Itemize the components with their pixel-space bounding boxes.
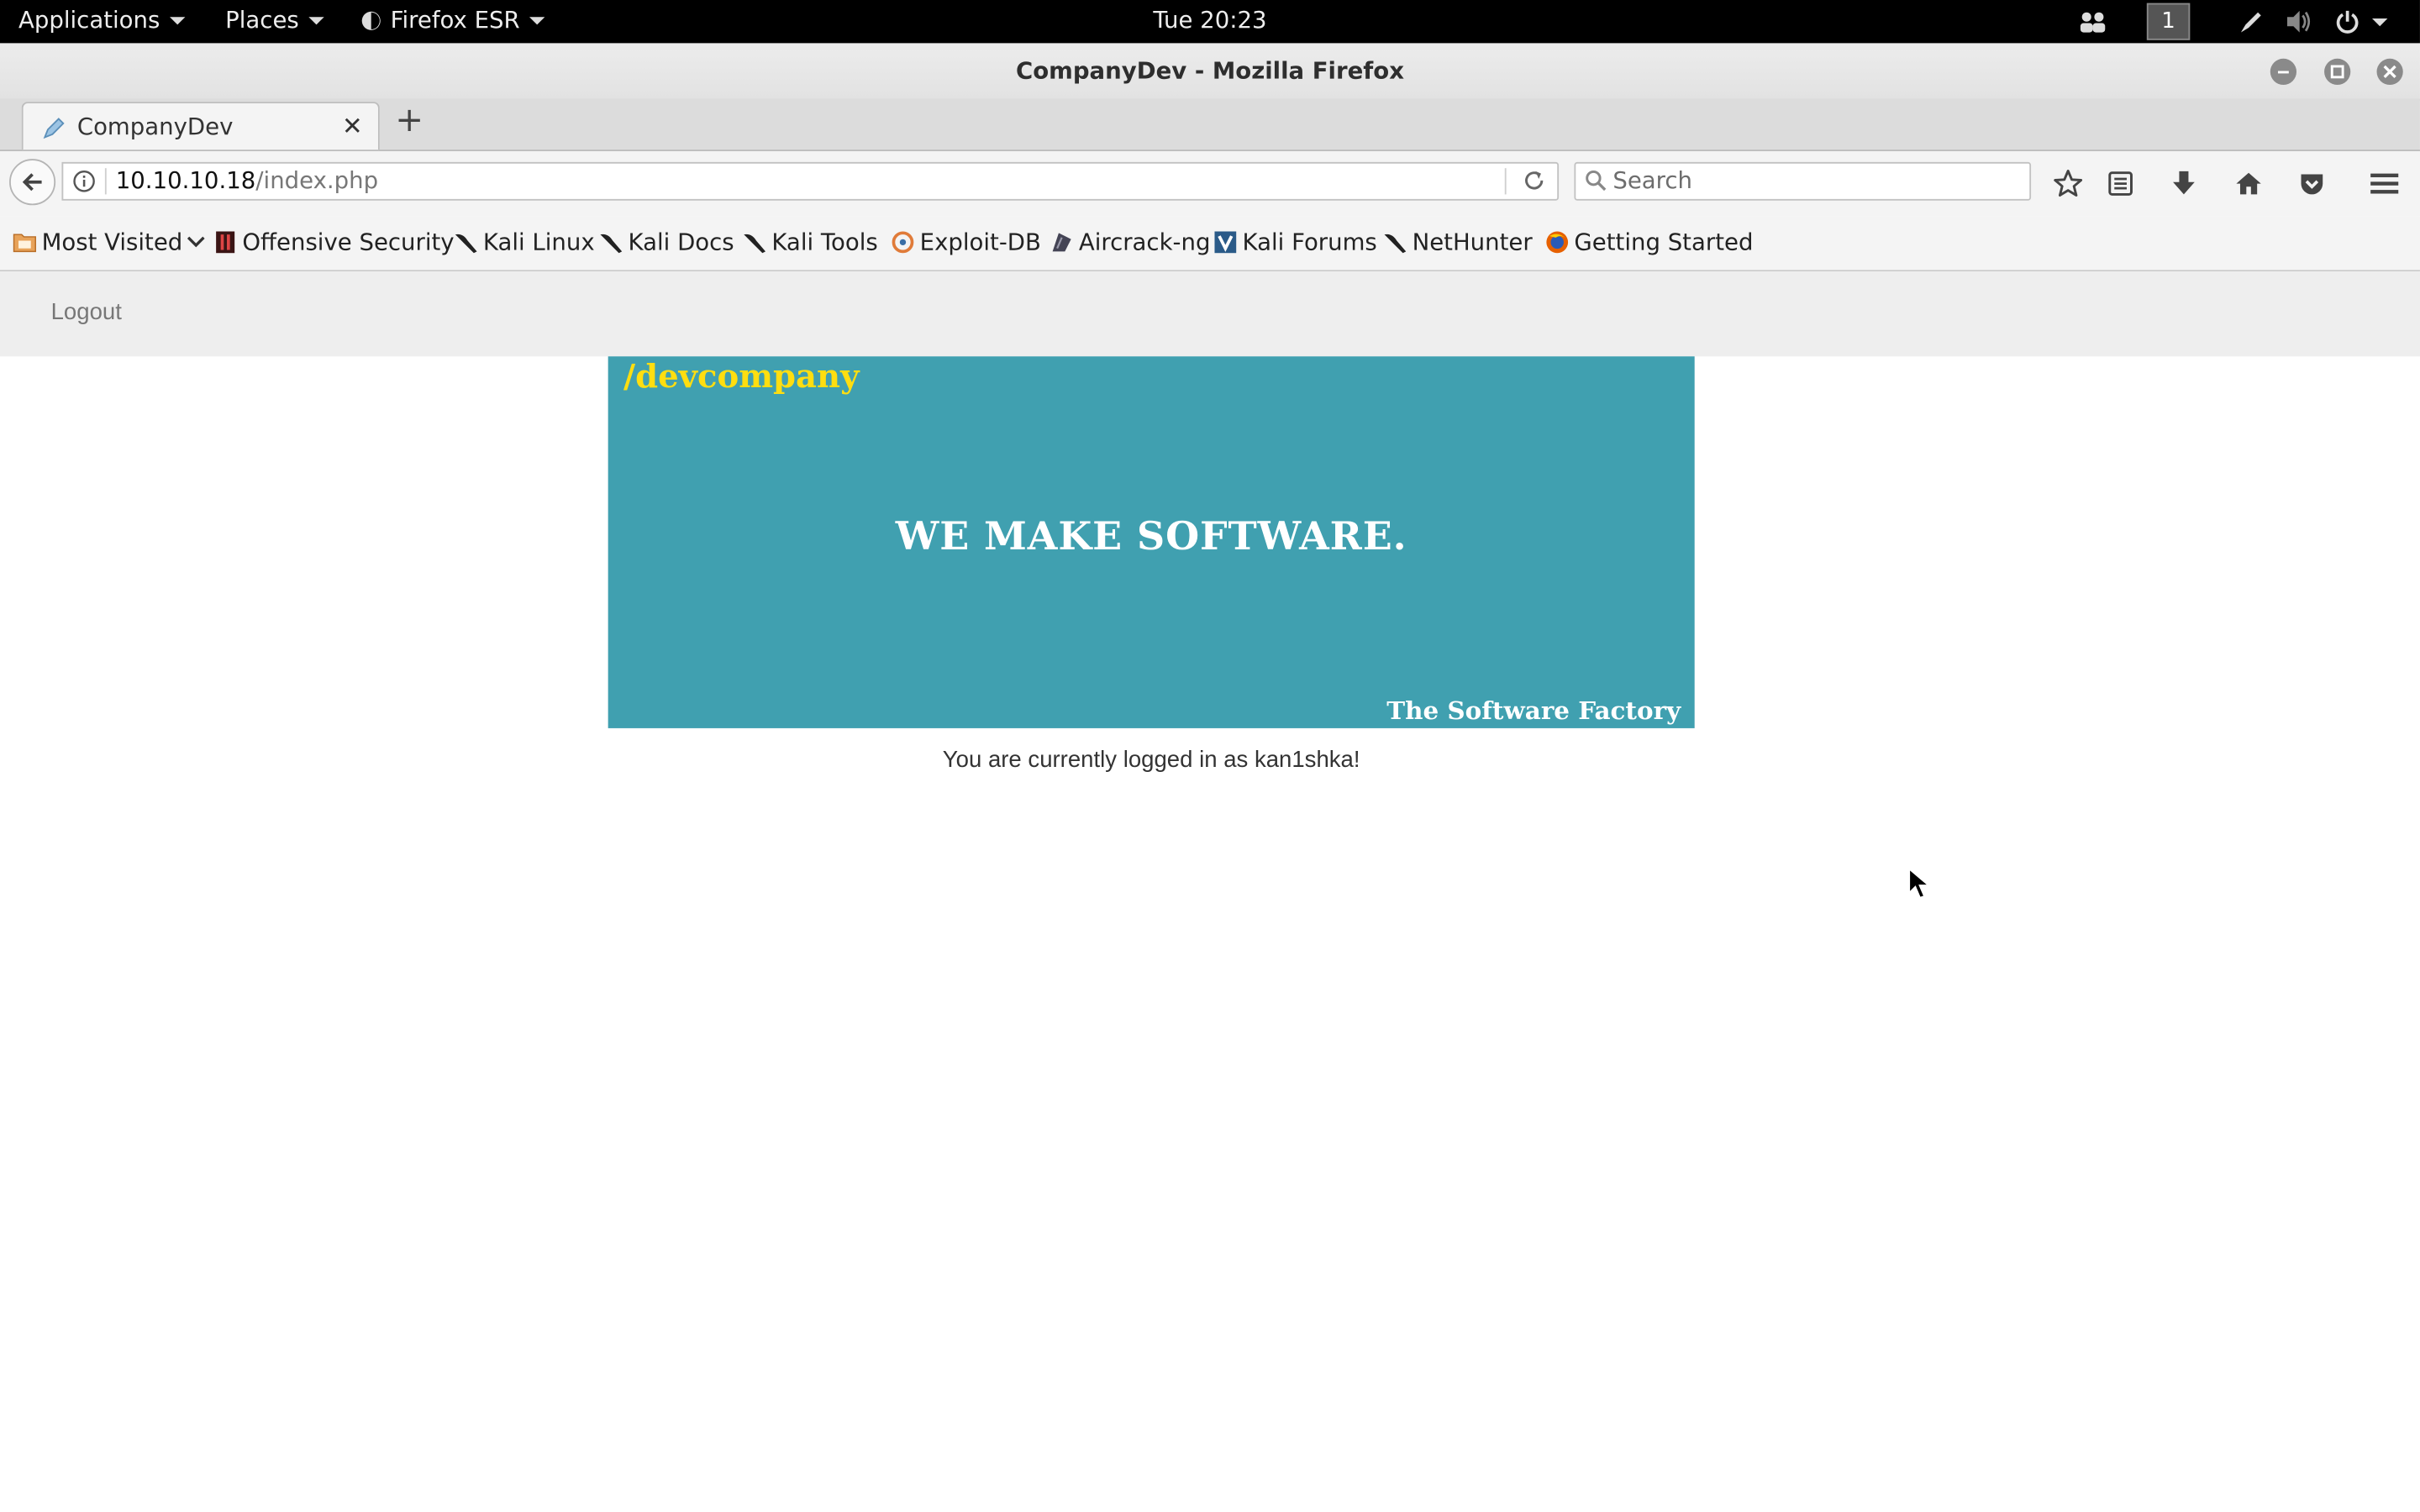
bookmark-kali-tools[interactable]: Kali Tools: [742, 228, 878, 256]
chevron-down-icon: [187, 236, 206, 248]
bookmark-label: Exploit-DB: [919, 228, 1041, 256]
navigation-toolbar: 10.10.10.18/index.php: [0, 150, 2420, 217]
bookmark-label: Kali Docs: [628, 228, 734, 256]
back-arrow-icon: [22, 173, 42, 192]
url-text[interactable]: 10.10.10.18/index.php: [116, 166, 378, 194]
home-icon[interactable]: [2232, 166, 2265, 200]
offsec-icon: [216, 231, 235, 254]
pen-icon[interactable]: [2235, 3, 2269, 40]
power-icon: [2336, 10, 2359, 34]
company-banner: /devcompany WE MAKE SOFTWARE. The Softwa…: [608, 356, 1695, 728]
kali-icon: [744, 234, 766, 254]
bookmark-kali-linux[interactable]: Kali Linux: [454, 228, 595, 256]
exploitdb-icon: [892, 231, 914, 254]
bookmark-label: Most Visited: [41, 228, 183, 256]
bookmark-nethunter[interactable]: NetHunter: [1383, 228, 1533, 256]
maximize-button[interactable]: [2324, 58, 2351, 86]
bookmark-label: Getting Started: [1574, 228, 1754, 256]
bookmark-label: Offensive Security: [242, 228, 455, 256]
reload-icon[interactable]: [1522, 168, 1546, 192]
bookmark-kali-forums[interactable]: Kali Forums: [1213, 228, 1377, 256]
clock[interactable]: Tue 20:23: [0, 6, 2420, 34]
firefox-icon: [1546, 231, 1569, 254]
info-icon[interactable]: [72, 170, 96, 193]
url-path: /index.php: [255, 166, 379, 195]
close-tab-icon[interactable]: ✕: [342, 111, 363, 140]
bookmark-label: Kali Tools: [771, 228, 878, 256]
logged-in-message: You are currently logged in as kan1shka!: [942, 746, 1360, 774]
banner-headline: WE MAKE SOFTWARE.: [895, 513, 1407, 559]
search-icon: [1586, 170, 1607, 192]
volume-icon[interactable]: [2282, 3, 2316, 40]
downloads-icon[interactable]: [2167, 166, 2201, 200]
chevron-down-icon: [2372, 18, 2388, 26]
url-bar[interactable]: 10.10.10.18/index.php: [61, 161, 1560, 201]
bookmark-label: Kali Linux: [482, 228, 595, 256]
url-host: 10.10.10.18: [115, 166, 256, 195]
maximize-icon: [2330, 65, 2344, 79]
close-window-button[interactable]: [2376, 58, 2403, 86]
pocket-icon[interactable]: [2295, 166, 2328, 200]
search-bar[interactable]: [1574, 161, 2032, 201]
system-top-bar: Applications Places Firefox ESR Tue 20:2…: [0, 0, 2420, 44]
bookmark-kali-docs[interactable]: Kali Docs: [599, 228, 734, 256]
new-tab-button[interactable]: +: [395, 104, 424, 139]
tab-companydev[interactable]: CompanyDev ✕: [21, 102, 380, 150]
bookmarks-toolbar: Most Visited Offensive Security Kali Lin…: [0, 216, 2420, 272]
logout-link[interactable]: Logout: [51, 299, 122, 325]
kali-icon: [600, 234, 623, 254]
screen: Applications Places Firefox ESR Tue 20:2…: [0, 0, 2420, 1512]
close-icon: [2383, 65, 2396, 79]
bookmark-label: Kali Forums: [1242, 228, 1377, 256]
tab-label: CompanyDev: [76, 113, 234, 141]
bookmark-star-icon[interactable]: [2051, 166, 2085, 200]
brand-logo-text: /devcompany: [623, 356, 860, 396]
url-separator: [104, 168, 107, 195]
aircrack-icon: [1052, 233, 1071, 252]
bookmark-exploit-db[interactable]: Exploit-DB: [891, 228, 1041, 256]
url-separator: [1504, 168, 1507, 195]
mouse-cursor-icon: [1907, 867, 1932, 900]
bookmark-getting-started[interactable]: Getting Started: [1545, 228, 1754, 256]
minimize-icon: [2277, 71, 2289, 74]
search-input[interactable]: [1612, 165, 2014, 197]
forums-icon: [1214, 231, 1237, 254]
power-menu[interactable]: [2330, 3, 2391, 40]
kali-icon: [455, 234, 477, 254]
bookmark-label: NetHunter: [1412, 228, 1533, 256]
bookmark-aircrack-ng[interactable]: Aircrack-ng: [1050, 228, 1210, 256]
tab-strip: CompanyDev ✕ +: [0, 98, 2420, 151]
back-button[interactable]: [9, 159, 56, 206]
hamburger-menu-icon[interactable]: [2367, 166, 2401, 200]
window-titlebar[interactable]: CompanyDev - Mozilla Firefox: [0, 43, 2420, 101]
site-navbar: Logout: [0, 271, 2420, 357]
minimize-button[interactable]: [2270, 58, 2297, 86]
page-content: Logout /devcompany WE MAKE SOFTWARE. The…: [0, 271, 2420, 1512]
folder-icon: [13, 234, 36, 253]
workspace-number: 1: [2146, 3, 2191, 40]
bookmark-offensive-security[interactable]: Offensive Security: [213, 228, 455, 256]
kali-icon: [1384, 234, 1407, 254]
bookmarks-list-icon[interactable]: [2103, 166, 2137, 200]
page-favicon-icon: [43, 118, 65, 139]
bookmark-most-visited[interactable]: Most Visited: [13, 228, 206, 256]
people-icon[interactable]: [2075, 3, 2112, 40]
window-title: CompanyDev - Mozilla Firefox: [1015, 56, 1404, 86]
bookmark-label: Aircrack-ng: [1078, 228, 1211, 256]
banner-tagline: The Software Factory: [1386, 696, 1681, 726]
workspace-indicator[interactable]: 1: [2146, 3, 2191, 40]
